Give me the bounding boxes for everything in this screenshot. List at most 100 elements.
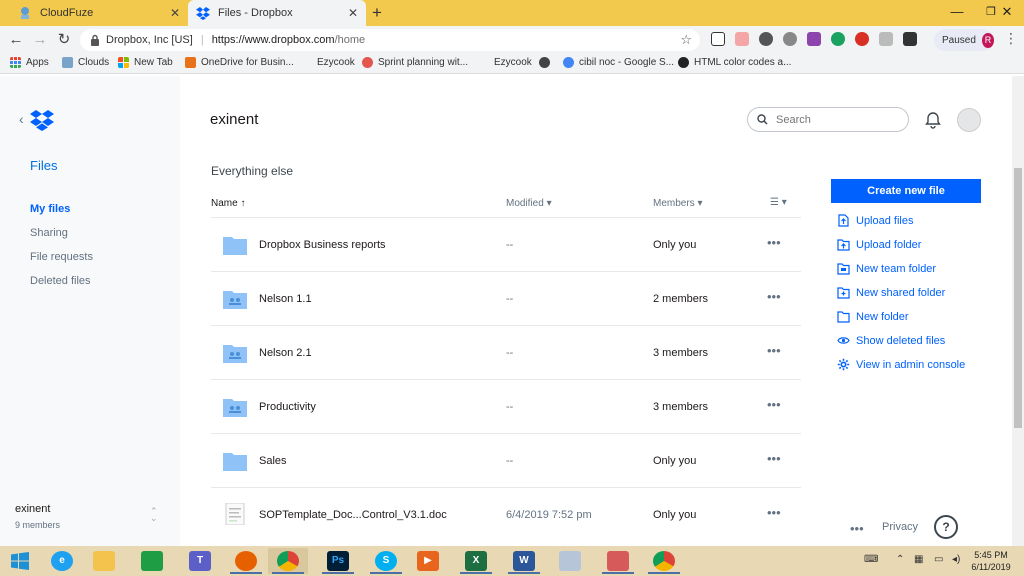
- extension-dark-icon[interactable]: [903, 32, 917, 46]
- file-name[interactable]: Nelson 1.1: [259, 293, 312, 305]
- new-tab-button[interactable]: +: [372, 3, 382, 23]
- footer-more-icon[interactable]: •••: [850, 521, 864, 536]
- file-name[interactable]: Productivity: [259, 401, 316, 413]
- file-row[interactable]: Sales -- Only you •••: [211, 434, 801, 488]
- file-row[interactable]: Nelson 2.1 -- 3 members •••: [211, 326, 801, 380]
- bookmark-cibil-noc[interactable]: cibil noc - Google S...: [563, 57, 674, 68]
- taskbar-excel[interactable]: X: [456, 548, 496, 574]
- start-button[interactable]: [0, 548, 40, 574]
- page-scrollbar[interactable]: [1012, 76, 1024, 546]
- close-tab-icon[interactable]: ✕: [348, 6, 358, 20]
- new-team-folder-action[interactable]: New team folder: [837, 262, 936, 275]
- taskbar-teams[interactable]: T: [180, 548, 220, 574]
- taskbar-file-explorer[interactable]: [84, 548, 124, 574]
- network-icon[interactable]: ▦: [914, 554, 923, 565]
- extension-green-icon[interactable]: [831, 32, 845, 46]
- bookmark-new-tab[interactable]: New Tab: [118, 57, 173, 68]
- taskbar-skype[interactable]: S: [366, 548, 406, 574]
- taskbar-internet-explorer[interactable]: e: [42, 548, 82, 574]
- volume-icon[interactable]: ◂): [952, 554, 960, 565]
- more-options-icon[interactable]: •••: [767, 397, 781, 412]
- tray-chevron-icon[interactable]: ⌃: [896, 554, 904, 565]
- bookmark-sprint-planning[interactable]: Sprint planning wit...: [362, 57, 468, 68]
- privacy-link[interactable]: Privacy: [882, 521, 918, 533]
- more-options-icon[interactable]: •••: [767, 235, 781, 250]
- scrollbar-thumb[interactable]: [1014, 168, 1022, 428]
- team-switcher-icon[interactable]: ⌃ ⌄: [150, 507, 158, 523]
- extension-red-icon[interactable]: [855, 32, 869, 46]
- file-name[interactable]: Nelson 2.1: [259, 347, 312, 359]
- bookmark-ezycook[interactable]: Ezycook: [317, 57, 355, 68]
- tab-dropbox[interactable]: Files - Dropbox ✕: [188, 0, 366, 26]
- new-shared-folder-action[interactable]: New shared folder: [837, 286, 945, 299]
- upload-files-action[interactable]: Upload files: [837, 214, 913, 227]
- minimize-window-icon[interactable]: —: [940, 0, 974, 26]
- new-folder-action[interactable]: New folder: [837, 310, 909, 323]
- close-window-icon[interactable]: ✕: [990, 0, 1024, 26]
- bookmark-globe[interactable]: [539, 57, 555, 68]
- create-new-file-button[interactable]: Create new file: [831, 179, 981, 203]
- bookmark-onedrive[interactable]: OneDrive for Busin...: [185, 57, 294, 68]
- breadcrumb[interactable]: exinent: [210, 111, 258, 128]
- file-name[interactable]: SOPTemplate_Doc...Control_V3.1.doc: [259, 509, 447, 521]
- search-input[interactable]: [776, 113, 896, 126]
- sidebar-item-my-files[interactable]: My files: [30, 203, 70, 215]
- account-avatar[interactable]: [957, 108, 981, 132]
- taskbar-photoshop[interactable]: Ps: [318, 548, 358, 574]
- file-row[interactable]: Productivity -- 3 members •••: [211, 380, 801, 434]
- sidebar-item-file-requests[interactable]: File requests: [30, 251, 93, 263]
- help-button[interactable]: ?: [934, 515, 958, 539]
- taskbar-word[interactable]: W: [504, 548, 544, 574]
- file-row[interactable]: Dropbox Business reports -- Only you •••: [211, 218, 801, 272]
- taskbar-paint[interactable]: [550, 548, 590, 574]
- taskbar-media-player[interactable]: ▶: [408, 548, 448, 574]
- extension-shield-icon[interactable]: [879, 32, 893, 46]
- search-box[interactable]: [747, 107, 909, 132]
- column-header-members[interactable]: Members ▾: [653, 198, 703, 209]
- extension-image-icon[interactable]: [807, 32, 821, 46]
- bookmark-clouds[interactable]: Clouds: [62, 57, 109, 68]
- taskbar-firefox[interactable]: [226, 548, 266, 574]
- file-name[interactable]: Sales: [259, 455, 287, 467]
- taskbar-chrome-2[interactable]: [644, 548, 684, 574]
- reload-icon[interactable]: ↻: [54, 30, 74, 50]
- bookmark-html-color-codes[interactable]: HTML color codes a...: [678, 57, 791, 68]
- profile-button[interactable]: Paused R: [934, 29, 994, 51]
- column-header-modified[interactable]: Modified ▾: [506, 198, 552, 209]
- close-tab-icon[interactable]: ✕: [170, 6, 180, 20]
- extension-circle-icon[interactable]: [759, 32, 773, 46]
- keyboard-icon[interactable]: ⌨: [864, 554, 878, 565]
- chevron-left-icon[interactable]: ‹: [19, 111, 24, 127]
- taskbar-store[interactable]: [132, 548, 172, 574]
- show-deleted-files-action[interactable]: Show deleted files: [837, 334, 945, 347]
- file-row[interactable]: Nelson 1.1 -- 2 members •••: [211, 272, 801, 326]
- sidebar-item-deleted-files[interactable]: Deleted files: [30, 275, 91, 287]
- taskbar-chrome[interactable]: [268, 548, 308, 574]
- back-arrow-icon[interactable]: ←: [6, 30, 26, 50]
- more-options-icon[interactable]: •••: [767, 451, 781, 466]
- list-view-toggle-icon[interactable]: ☰ ▾: [770, 197, 787, 208]
- taskbar-snipping-tool[interactable]: [598, 548, 638, 574]
- system-clock[interactable]: 5:45 PM 6/11/2019: [966, 549, 1016, 573]
- extension-n-icon[interactable]: [711, 32, 725, 46]
- browser-menu-icon[interactable]: ⋮: [1004, 30, 1018, 47]
- upload-folder-action[interactable]: Upload folder: [837, 238, 921, 251]
- tab-cloudfuze[interactable]: CloudFuze ✕: [10, 0, 188, 26]
- forward-arrow-icon[interactable]: →: [30, 30, 50, 50]
- view-in-admin-console-action[interactable]: View in admin console: [837, 358, 965, 371]
- extension-arrow-icon[interactable]: [735, 32, 749, 46]
- team-name[interactable]: exinent: [15, 503, 50, 515]
- extension-grey-icon[interactable]: [783, 32, 797, 46]
- bookmark-ezycook-2[interactable]: Ezycook: [494, 57, 532, 68]
- address-bar[interactable]: Dropbox, Inc [US] | https://www.dropbox.…: [80, 29, 700, 51]
- more-options-icon[interactable]: •••: [767, 505, 781, 520]
- battery-icon[interactable]: ▭: [934, 554, 943, 565]
- sidebar-item-sharing[interactable]: Sharing: [30, 227, 68, 239]
- more-options-icon[interactable]: •••: [767, 289, 781, 304]
- bookmark-apps[interactable]: Apps: [10, 57, 49, 68]
- file-row[interactable]: SOPTemplate_Doc...Control_V3.1.doc 6/4/2…: [211, 488, 801, 542]
- dropbox-logo-icon[interactable]: [30, 110, 54, 131]
- column-header-name[interactable]: Name ↑: [211, 198, 245, 209]
- bookmark-star-icon[interactable]: ☆: [680, 32, 692, 48]
- notification-bell-icon[interactable]: [925, 111, 941, 129]
